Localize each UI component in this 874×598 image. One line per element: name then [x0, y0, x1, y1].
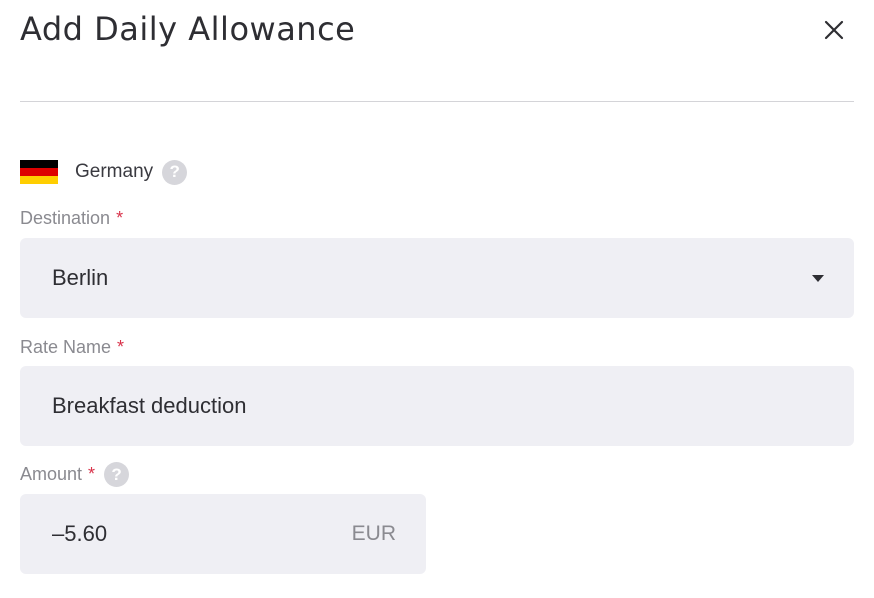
header-divider	[20, 101, 854, 102]
rate-name-label-text: Rate Name	[20, 337, 112, 357]
dialog-title: Add Daily Allowance	[20, 10, 356, 48]
country-name: Germany	[75, 161, 154, 182]
caret-down-icon	[812, 274, 824, 282]
destination-label: Destination *	[20, 208, 123, 229]
currency-label: EUR	[351, 522, 396, 545]
amount-value: –5.60	[52, 521, 108, 546]
rate-name-value: Breakfast deduction	[52, 393, 247, 418]
germany-flag-icon	[20, 160, 58, 184]
amount-label: Amount * ?	[20, 462, 130, 487]
amount-input[interactable]: –5.60 EUR	[20, 494, 426, 574]
required-mark: *	[117, 337, 125, 357]
country-row: Germany ?	[20, 158, 188, 186]
help-icon[interactable]: ?	[162, 159, 188, 185]
destination-label-text: Destination	[20, 208, 111, 228]
rate-name-label: Rate Name *	[20, 337, 124, 358]
required-mark: *	[116, 208, 124, 228]
rate-name-input[interactable]: Breakfast deduction	[20, 366, 854, 446]
close-icon[interactable]	[820, 16, 848, 44]
amount-label-text: Amount	[20, 464, 83, 484]
add-daily-allowance-dialog: Add Daily Allowance Germany ? Destinatio…	[0, 0, 874, 598]
destination-select[interactable]: Berlin	[20, 238, 854, 318]
required-mark: *	[88, 464, 96, 484]
help-icon[interactable]: ?	[104, 462, 130, 487]
destination-value: Berlin	[52, 265, 109, 290]
